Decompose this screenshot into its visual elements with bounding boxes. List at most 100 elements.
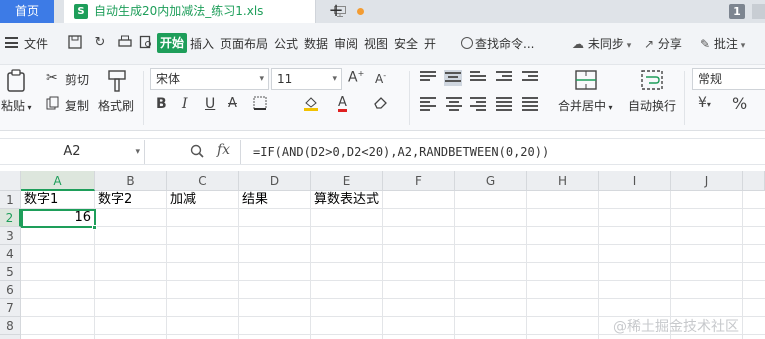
- column-header-e[interactable]: E: [311, 171, 383, 191]
- paste-button[interactable]: 粘贴 ▾: [1, 97, 32, 114]
- cell-e1[interactable]: 算数表达式: [311, 191, 383, 209]
- cell-d1[interactable]: 结果: [239, 191, 311, 209]
- row-header-6[interactable]: 6: [0, 281, 21, 299]
- save-icon[interactable]: [67, 35, 83, 51]
- window-count-badge[interactable]: 1: [729, 4, 745, 19]
- align-left-icon[interactable]: [420, 97, 436, 111]
- zoom-icon[interactable]: [190, 144, 204, 162]
- tab-scroll-button[interactable]: [752, 4, 765, 19]
- number-format-select[interactable]: 常规: [692, 68, 765, 90]
- distributed-align-icon[interactable]: [522, 97, 538, 111]
- format-painter-icon[interactable]: [106, 69, 128, 96]
- row-header-3[interactable]: 3: [0, 227, 21, 245]
- menu-security[interactable]: 安全: [394, 35, 418, 52]
- menu-insert[interactable]: 插入: [190, 35, 214, 52]
- ribbon-toolbar: 粘贴 ▾ ✂ 剪切 复制 格式刷 宋体 ▾ 11 ▾ A+ A- B I U A A…: [0, 65, 765, 131]
- align-bottom-icon[interactable]: [470, 71, 486, 85]
- font-color-icon[interactable]: A: [338, 95, 347, 112]
- cell-a2[interactable]: 16: [21, 209, 96, 228]
- row-header-4[interactable]: 4: [0, 245, 21, 263]
- paste-icon[interactable]: [6, 69, 28, 93]
- menu-formula[interactable]: 公式: [274, 35, 298, 52]
- column-header-d[interactable]: D: [239, 171, 311, 191]
- comment-icon: ✎: [700, 37, 711, 51]
- wrap-text-icon[interactable]: [640, 68, 664, 95]
- menu-page-layout[interactable]: 页面布局: [220, 35, 268, 52]
- cell-a1[interactable]: 数字1: [21, 191, 95, 209]
- menu-file[interactable]: 文件: [24, 35, 48, 52]
- decrease-font-icon[interactable]: A-: [375, 71, 386, 86]
- indent-decrease-icon[interactable]: [496, 71, 512, 85]
- row-header-7[interactable]: 7: [0, 299, 21, 317]
- column-header-f[interactable]: F: [383, 171, 455, 191]
- undo-history-icon[interactable]: ↻: [92, 35, 108, 51]
- column-header-i[interactable]: I: [599, 171, 671, 191]
- menu-review[interactable]: 审阅: [334, 35, 358, 52]
- bold-icon[interactable]: B: [156, 96, 167, 112]
- ribbon-separator: [684, 71, 685, 125]
- border-icon[interactable]: [253, 96, 267, 113]
- column-header-a[interactable]: A: [21, 171, 95, 191]
- new-tab-button[interactable]: +: [326, 0, 346, 23]
- menu-developer[interactable]: 开: [424, 35, 436, 52]
- font-size-select[interactable]: 11 ▾: [271, 68, 342, 90]
- print-icon[interactable]: [117, 35, 133, 51]
- increase-font-icon[interactable]: A+: [348, 69, 364, 86]
- menu-view[interactable]: 视图: [364, 35, 388, 52]
- merge-center-button[interactable]: 合并居中 ▾: [558, 97, 613, 114]
- clear-format-icon[interactable]: [373, 95, 389, 112]
- scissors-icon[interactable]: ✂: [46, 70, 58, 86]
- row-header-8[interactable]: 8: [0, 317, 21, 335]
- align-right-icon[interactable]: [470, 97, 486, 111]
- name-box[interactable]: A2 ▾: [0, 140, 145, 164]
- column-header-h[interactable]: H: [527, 171, 599, 191]
- row-header-2[interactable]: 2: [0, 209, 21, 227]
- strikethrough-icon[interactable]: A: [228, 96, 237, 111]
- cut-button[interactable]: 剪切: [65, 71, 89, 88]
- cell-c1[interactable]: 加减: [167, 191, 239, 209]
- menu-start[interactable]: 开始: [157, 33, 187, 53]
- indent-increase-icon[interactable]: [522, 71, 538, 85]
- sync-status[interactable]: ☁ 未同步 ▾: [572, 35, 631, 52]
- align-center-icon[interactable]: [446, 97, 462, 111]
- insert-function-icon[interactable]: fx: [217, 142, 230, 158]
- wrap-text-button[interactable]: 自动换行: [628, 97, 676, 114]
- justify-icon[interactable]: [496, 97, 512, 111]
- percent-button[interactable]: %: [732, 94, 747, 113]
- menu-data[interactable]: 数据: [304, 35, 328, 52]
- column-header-b[interactable]: B: [95, 171, 167, 191]
- copy-button[interactable]: 复制: [65, 97, 89, 114]
- formula-input[interactable]: =IF(AND(D2>0,D2<20),A2,RANDBETWEEN(0,20)…: [240, 140, 765, 164]
- row-header-5[interactable]: 5: [0, 263, 21, 281]
- fill-color-icon[interactable]: [303, 95, 319, 114]
- share-button[interactable]: ↗ 分享: [644, 35, 682, 52]
- font-name-select[interactable]: 宋体 ▾: [150, 68, 269, 90]
- currency-icon[interactable]: ¥▾: [698, 95, 711, 111]
- row-header-1[interactable]: 1: [0, 191, 21, 209]
- column-header-g[interactable]: G: [455, 171, 527, 191]
- comment-button[interactable]: ✎ 批注 ▾: [700, 35, 745, 52]
- share-icon: ↗: [644, 37, 655, 51]
- column-header-j[interactable]: J: [671, 171, 743, 191]
- tab-home[interactable]: 首页: [0, 0, 54, 23]
- column-header-k[interactable]: [743, 171, 765, 191]
- align-middle-icon[interactable]: [444, 70, 462, 86]
- row-header-9[interactable]: 9: [0, 335, 21, 339]
- cell-b1[interactable]: 数字2: [95, 191, 167, 209]
- column-header-c[interactable]: C: [167, 171, 239, 191]
- hamburger-menu-icon[interactable]: [5, 37, 18, 48]
- print-preview-icon[interactable]: [138, 35, 154, 51]
- command-search[interactable]: 查找命令...: [461, 35, 534, 52]
- align-top-icon[interactable]: [420, 71, 436, 85]
- merge-center-icon[interactable]: [574, 68, 598, 95]
- document-title: 自动生成20内加减法_练习1.xls: [94, 4, 264, 18]
- tab-document[interactable]: S 自动生成20内加减法_练习1.xls: [64, 0, 364, 23]
- select-all-corner[interactable]: [0, 171, 21, 191]
- italic-icon[interactable]: I: [182, 96, 188, 112]
- underline-icon[interactable]: U: [205, 96, 215, 112]
- fill-handle[interactable]: [92, 225, 97, 230]
- format-painter-button[interactable]: 格式刷: [98, 97, 134, 114]
- font-name-value: 宋体: [156, 72, 181, 86]
- copy-icon[interactable]: [46, 96, 60, 113]
- chevron-down-icon: ▾: [737, 41, 746, 51]
